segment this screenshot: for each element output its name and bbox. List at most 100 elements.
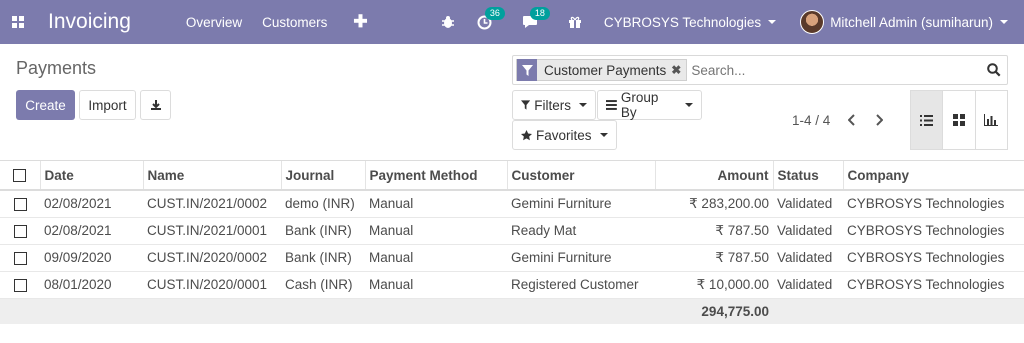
col-company[interactable]: Company bbox=[843, 161, 1024, 191]
chevron-down-icon bbox=[685, 103, 693, 107]
import-button[interactable]: Import bbox=[79, 90, 136, 120]
list-icon bbox=[606, 100, 617, 110]
cell-status: Validated bbox=[773, 244, 843, 272]
cell-method: Manual bbox=[365, 271, 507, 299]
cell-customer: Gemini Furniture bbox=[507, 190, 655, 218]
group-by-button[interactable]: Group By bbox=[597, 90, 702, 120]
kanban-view-icon[interactable] bbox=[943, 91, 976, 149]
star-icon bbox=[521, 129, 532, 140]
activity-icon[interactable]: 36 bbox=[477, 6, 505, 30]
payments-table: Date Name Journal Payment Method Custome… bbox=[0, 160, 1024, 324]
top-navbar: Invoicing Overview Customers ✚ 36 18 CYB… bbox=[0, 0, 1024, 44]
col-date[interactable]: Date bbox=[40, 161, 144, 191]
cell-name: CUST.IN/2021/0002 bbox=[143, 190, 281, 218]
chevron-down-icon bbox=[768, 20, 777, 24]
search-icon[interactable] bbox=[987, 63, 1001, 80]
company-switcher[interactable]: CYBROSYS Technologies bbox=[603, 14, 777, 30]
table-footer-row: 294,775.00 bbox=[0, 298, 1024, 324]
cell-status: Validated bbox=[773, 190, 843, 218]
cell-status: Validated bbox=[773, 271, 843, 299]
filters-button[interactable]: Filters bbox=[512, 90, 596, 120]
apps-menu-icon[interactable] bbox=[1, 0, 35, 44]
search-facet: Customer Payments ✖ bbox=[516, 59, 688, 81]
col-name[interactable]: Name bbox=[143, 161, 282, 191]
cell-method: Manual bbox=[365, 217, 507, 245]
company-name: CYBROSYS Technologies bbox=[603, 14, 762, 30]
menu-customers[interactable]: Customers bbox=[262, 15, 327, 30]
view-switcher bbox=[910, 90, 1008, 150]
facet-value: Customer Payments bbox=[544, 62, 667, 78]
cell-name: CUST.IN/2020/0002 bbox=[143, 244, 281, 272]
plus-icon[interactable]: ✚ bbox=[353, 12, 367, 32]
filters-label: Filters bbox=[534, 97, 571, 113]
chevron-down-icon bbox=[1000, 20, 1008, 24]
row-checkbox[interactable] bbox=[0, 271, 40, 299]
cell-name: CUST.IN/2021/0001 bbox=[143, 217, 281, 245]
search-input[interactable] bbox=[691, 62, 982, 78]
page-title: Payments bbox=[16, 58, 97, 78]
cell-company: CYBROSYS Technologies bbox=[843, 244, 1024, 272]
chevron-right-icon[interactable] bbox=[870, 111, 888, 129]
amount-total: 294,775.00 bbox=[655, 298, 773, 324]
chevron-down-icon bbox=[579, 103, 587, 107]
cell-journal: demo (INR) bbox=[281, 190, 365, 218]
cell-name: CUST.IN/2020/0001 bbox=[143, 271, 281, 299]
col-customer[interactable]: Customer bbox=[507, 161, 656, 191]
pager-value[interactable]: 1-4 / 4 bbox=[792, 113, 830, 128]
col-status[interactable]: Status bbox=[773, 161, 844, 191]
app-brand[interactable]: Invoicing bbox=[48, 10, 131, 34]
table-row[interactable]: 08/01/2020 CUST.IN/2020/0001 Cash (INR) … bbox=[0, 271, 1024, 299]
messages-icon[interactable]: 18 bbox=[522, 7, 550, 29]
remove-facet-icon[interactable]: ✖ bbox=[671, 63, 686, 77]
cell-journal: Cash (INR) bbox=[281, 271, 365, 299]
graph-view-icon[interactable] bbox=[976, 91, 1007, 149]
chevron-left-icon[interactable] bbox=[843, 111, 861, 129]
chevron-down-icon bbox=[599, 133, 608, 137]
cell-journal: Bank (INR) bbox=[281, 217, 365, 245]
cell-company: CYBROSYS Technologies bbox=[843, 217, 1024, 245]
table-header-row: Date Name Journal Payment Method Custome… bbox=[0, 161, 1024, 191]
cell-amount: ₹ 787.50 bbox=[655, 217, 773, 245]
cell-status: Validated bbox=[773, 217, 843, 245]
col-amount[interactable]: Amount bbox=[655, 161, 774, 191]
cell-date: 09/09/2020 bbox=[40, 244, 143, 272]
col-payment-method[interactable]: Payment Method bbox=[365, 161, 508, 191]
table-row[interactable]: 09/09/2020 CUST.IN/2020/0002 Bank (INR) … bbox=[0, 244, 1024, 272]
user-name: Mitchell Admin (sumiharun) bbox=[830, 14, 993, 30]
cell-amount: ₹ 283,200.00 bbox=[655, 190, 773, 218]
cell-method: Manual bbox=[365, 190, 507, 218]
cell-company: CYBROSYS Technologies bbox=[843, 271, 1024, 299]
cell-date: 02/08/2021 bbox=[40, 190, 143, 218]
cell-date: 02/08/2021 bbox=[40, 217, 143, 245]
favorites-label: Favorites bbox=[536, 127, 592, 143]
messages-badge: 18 bbox=[529, 7, 550, 20]
select-all-checkbox[interactable] bbox=[0, 161, 41, 191]
create-button[interactable]: Create bbox=[16, 90, 75, 120]
row-checkbox[interactable] bbox=[0, 190, 40, 218]
cell-method: Manual bbox=[365, 244, 507, 272]
list-view-icon[interactable] bbox=[911, 91, 944, 149]
row-checkbox[interactable] bbox=[0, 217, 40, 245]
search-bar[interactable]: Customer Payments ✖ bbox=[512, 55, 1008, 85]
cell-customer: Registered Customer bbox=[507, 271, 655, 299]
table-row[interactable]: 02/08/2021 CUST.IN/2021/0002 demo (INR) … bbox=[0, 190, 1024, 218]
activity-badge: 36 bbox=[484, 6, 505, 20]
user-menu[interactable]: Mitchell Admin (sumiharun) bbox=[800, 10, 1008, 34]
cell-company: CYBROSYS Technologies bbox=[843, 190, 1024, 218]
filter-icon bbox=[517, 59, 537, 81]
favorites-button[interactable]: Favorites bbox=[512, 120, 617, 150]
row-checkbox[interactable] bbox=[0, 244, 40, 272]
bug-icon[interactable] bbox=[441, 15, 455, 29]
cell-customer: Ready Mat bbox=[507, 217, 655, 245]
download-icon bbox=[150, 100, 161, 110]
menu-overview[interactable]: Overview bbox=[186, 15, 242, 30]
cell-customer: Gemini Furniture bbox=[507, 244, 655, 272]
group-by-label: Group By bbox=[620, 90, 659, 120]
avatar bbox=[800, 10, 825, 34]
download-button[interactable] bbox=[140, 90, 171, 120]
cell-date: 08/01/2020 bbox=[40, 271, 143, 299]
table-row[interactable]: 02/08/2021 CUST.IN/2021/0001 Bank (INR) … bbox=[0, 217, 1024, 245]
cell-amount: ₹ 10,000.00 bbox=[655, 271, 773, 299]
gift-icon[interactable] bbox=[568, 15, 582, 29]
col-journal[interactable]: Journal bbox=[281, 161, 366, 191]
